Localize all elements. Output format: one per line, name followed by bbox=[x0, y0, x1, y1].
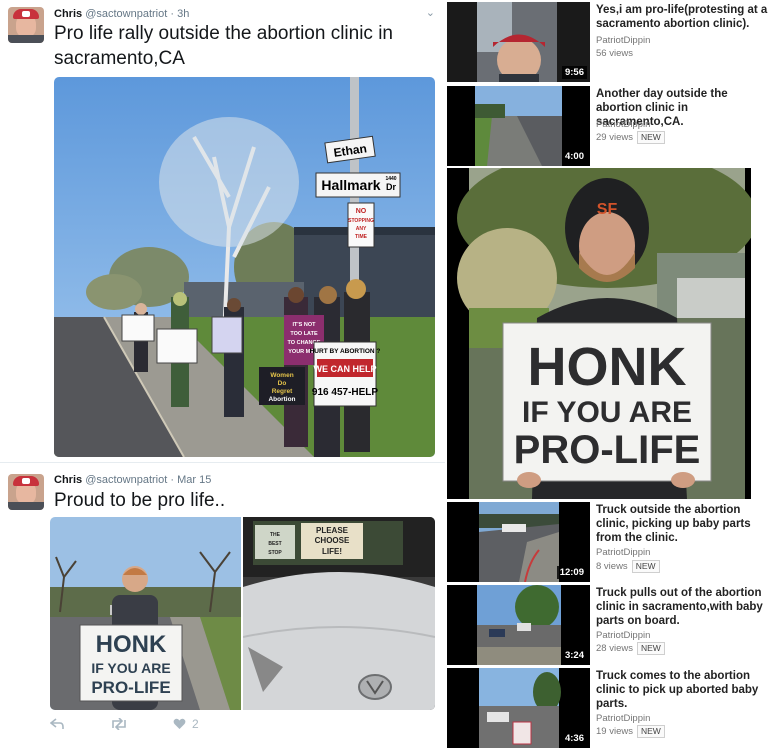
video-duration: 3:24 bbox=[561, 649, 587, 662]
car-sign-line-3: LIFE! bbox=[322, 547, 342, 556]
car-sign-line-2: CHOOSE bbox=[315, 536, 350, 545]
tweet-photo-car[interactable]: PLEASE CHOOSE LIFE! THE BEST STOP bbox=[243, 517, 435, 710]
video-views: 28 views bbox=[596, 643, 633, 654]
car-badge-line-2: BEST bbox=[268, 541, 281, 547]
sign-c-line-3: Regret bbox=[272, 388, 293, 395]
no-stopping-line-4: TIME bbox=[355, 234, 368, 240]
street-sign-hallmark: Hallmark bbox=[321, 177, 380, 193]
heart-icon[interactable] bbox=[173, 718, 186, 733]
car-badge-line-1: THE bbox=[270, 532, 281, 538]
video-item[interactable]: 4:36 Truck comes to the abortion clinic … bbox=[445, 666, 768, 750]
chevron-down-icon[interactable]: ⌄ bbox=[426, 6, 435, 19]
sign-c-line-2: Do bbox=[278, 380, 287, 387]
featured-video-frame[interactable]: SF HONK IF YOU ARE PRO-LIFE bbox=[447, 168, 751, 499]
video-channel[interactable]: PatriotDippin bbox=[596, 713, 650, 724]
tweet-header: Chris @sactownpatriot · Mar 15 bbox=[54, 474, 211, 486]
video-duration: 4:36 bbox=[561, 732, 587, 745]
video-duration: 4:00 bbox=[561, 150, 587, 163]
sign-b-line-2: WE CAN HELP bbox=[314, 364, 377, 374]
tweet-text: Pro life rally outside the abortion clin… bbox=[54, 23, 394, 69]
author-name[interactable]: Chris bbox=[54, 474, 82, 486]
big-sign-line-2: IF YOU ARE bbox=[522, 396, 692, 429]
tweet-1: Chris @sactownpatriot · 3h ⌄ Pro life ra… bbox=[0, 0, 445, 462]
video-thumbnail[interactable]: 12:09 bbox=[447, 502, 590, 582]
avatar[interactable] bbox=[8, 7, 44, 43]
video-title[interactable]: Truck outside the abortion clinic, picki… bbox=[596, 503, 768, 545]
video-item[interactable]: 9:56 Yes,i am pro-life(protesting at a s… bbox=[445, 0, 768, 84]
video-meta: 8 views NEW bbox=[596, 560, 660, 573]
retweet-icon[interactable] bbox=[110, 717, 128, 733]
no-stopping-line-3: ANY bbox=[356, 226, 367, 232]
author-handle[interactable]: @sactownpatriot bbox=[85, 8, 167, 20]
honk-sign-line-3: PRO-LIFE bbox=[91, 678, 170, 697]
video-channel[interactable]: PatriotDippin bbox=[596, 35, 650, 46]
car-badge-line-3: STOP bbox=[268, 550, 282, 556]
big-sign-line-1: HONK bbox=[528, 337, 687, 397]
tweet-text: Proud to be pro life.. bbox=[54, 490, 226, 511]
sign-b-line-3: 916 457-HELP bbox=[312, 387, 378, 398]
video-channel[interactable]: PatriotDippin bbox=[596, 547, 650, 558]
tweet-time[interactable]: Mar 15 bbox=[177, 474, 211, 486]
street-sign-number: 1440 bbox=[385, 176, 396, 182]
car-sign-line-1: PLEASE bbox=[316, 526, 349, 535]
sign-c-line-4: Abortion bbox=[268, 396, 295, 403]
tweet-time[interactable]: 3h bbox=[177, 8, 189, 20]
cap-logo: SF bbox=[597, 201, 618, 218]
video-views: 8 views bbox=[596, 561, 628, 572]
new-badge: NEW bbox=[636, 725, 665, 738]
video-title[interactable]: Yes,i am pro-life(protesting at a sacram… bbox=[596, 3, 768, 31]
video-title[interactable]: Truck pulls out of the abortion clinic i… bbox=[596, 586, 768, 628]
video-thumbnail[interactable]: 4:36 bbox=[447, 668, 590, 748]
video-channel[interactable]: PatriotDippin bbox=[596, 119, 650, 130]
no-stopping-line-2: STOPPING bbox=[348, 218, 374, 224]
sign-a-line-2: TOO LATE bbox=[290, 331, 318, 337]
new-badge: NEW bbox=[631, 560, 660, 573]
tweet-photo-rally[interactable]: Ethan Hallmark Dr 1440 NO STOPPING ANY T… bbox=[54, 77, 435, 457]
video-duration: 9:56 bbox=[561, 66, 587, 79]
big-sign-line-3: PRO-LIFE bbox=[514, 428, 701, 472]
video-views: 29 views bbox=[596, 132, 633, 143]
sign-b-line-1: HURT BY ABORTION ? bbox=[310, 348, 381, 355]
sign-c-line-1: Women bbox=[270, 372, 293, 379]
video-channel[interactable]: PatriotDippin bbox=[596, 630, 650, 641]
tweet-photo-honk-sign[interactable]: HONK IF YOU ARE PRO-LIFE bbox=[50, 517, 241, 710]
video-meta: 28 views NEW bbox=[596, 642, 665, 655]
author-name[interactable]: Chris bbox=[54, 8, 82, 20]
video-views: 19 views bbox=[596, 726, 633, 737]
video-title[interactable]: Truck comes to the abortion clinic to pi… bbox=[596, 669, 768, 711]
video-meta: 29 views NEW bbox=[596, 131, 665, 144]
reply-icon[interactable] bbox=[49, 718, 64, 733]
sign-a-line-1: IT'S NOT bbox=[292, 322, 316, 328]
video-duration: 12:09 bbox=[556, 566, 587, 579]
video-thumbnail[interactable]: 4:00 bbox=[447, 86, 590, 166]
new-badge: NEW bbox=[636, 131, 665, 144]
separator: · bbox=[170, 8, 175, 20]
video-meta: 19 views NEW bbox=[596, 725, 665, 738]
author-handle[interactable]: @sactownpatriot bbox=[85, 474, 167, 486]
video-views: 56 views bbox=[596, 48, 633, 59]
no-stopping-line-1: NO bbox=[356, 208, 367, 215]
honk-sign-line-2: IF YOU ARE bbox=[91, 660, 170, 676]
avatar[interactable] bbox=[8, 474, 44, 510]
street-sign-suffix: Dr bbox=[386, 182, 396, 192]
honk-sign-line-1: HONK bbox=[96, 631, 167, 658]
video-thumbnail[interactable]: 3:24 bbox=[447, 585, 590, 665]
video-item[interactable]: 4:00 Another day outside the abortion cl… bbox=[445, 84, 768, 168]
new-badge: NEW bbox=[636, 642, 665, 655]
video-thumbnail[interactable]: 9:56 bbox=[447, 2, 590, 82]
video-item[interactable]: 12:09 Truck outside the abortion clinic,… bbox=[445, 500, 768, 583]
separator: · bbox=[170, 474, 175, 486]
video-item[interactable]: 3:24 Truck pulls out of the abortion cli… bbox=[445, 583, 768, 666]
like-count: 2 bbox=[192, 717, 199, 731]
tweet-header: Chris @sactownpatriot · 3h bbox=[54, 8, 189, 20]
